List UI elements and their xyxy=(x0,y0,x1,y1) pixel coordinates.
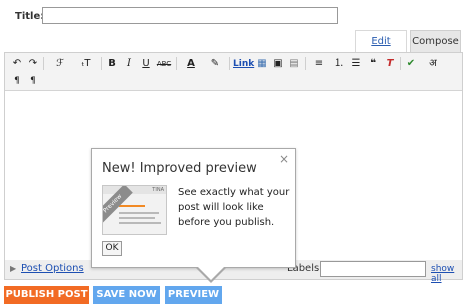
improved-preview-popup: New! Improved preview × TINA Preview See… xyxy=(91,148,296,283)
jump-break-icon[interactable]: ▤ xyxy=(287,56,301,72)
popup-title: New! Improved preview xyxy=(102,161,257,176)
numbered-list-icon[interactable]: ⒈ xyxy=(332,56,346,72)
toolbar-divider xyxy=(176,57,177,70)
transliterate-button[interactable]: अ xyxy=(421,56,445,72)
close-icon[interactable]: × xyxy=(279,152,289,166)
remove-format-icon[interactable]: T xyxy=(383,56,397,72)
video-icon[interactable]: ▣ xyxy=(271,56,285,72)
undo-icon[interactable]: ↶ xyxy=(10,56,24,72)
show-all-link[interactable]: show all xyxy=(431,264,462,284)
toolbar-divider xyxy=(305,57,306,70)
popup-pointer-fill xyxy=(197,266,225,280)
italic-button[interactable]: I xyxy=(122,56,136,72)
image-icon[interactable]: ▦ xyxy=(255,56,269,72)
labels-input[interactable] xyxy=(320,261,426,277)
title-row: Title: xyxy=(0,0,465,30)
tab-compose[interactable]: Compose xyxy=(410,30,461,52)
highlight-icon[interactable]: ✎ xyxy=(204,56,226,72)
expand-arrow-icon[interactable]: ▶ xyxy=(10,264,16,273)
thumbnail-link-line xyxy=(119,205,145,207)
font-family-dropdown[interactable]: ℱ xyxy=(48,56,72,72)
popup-description: See exactly what your post will look lik… xyxy=(178,187,290,228)
link-button[interactable]: Link xyxy=(233,56,254,72)
title-label: Title: xyxy=(15,11,45,22)
bold-button[interactable]: B xyxy=(105,56,119,72)
toolbar-divider xyxy=(400,57,401,70)
align-icon[interactable]: ≡ xyxy=(309,56,329,72)
ltr-icon[interactable]: ¶ xyxy=(10,73,24,89)
spellcheck-icon[interactable]: ✔ xyxy=(404,56,418,72)
editor-toolbar: ↶ ↷ ℱ ₜT B I U ABC A ✎ Link ▦ ▣ ▤ ≡ ⒈ ☰ … xyxy=(5,53,462,91)
preview-thumbnail: TINA Preview xyxy=(102,185,167,235)
rtl-icon[interactable]: ¶ xyxy=(26,73,40,89)
strikethrough-button[interactable]: ABC xyxy=(155,56,173,72)
tab-edit-html[interactable]: Edit HTML xyxy=(355,30,407,69)
post-options-link[interactable]: Post Options xyxy=(21,263,84,274)
toolbar-divider xyxy=(43,57,44,70)
text-color-button[interactable]: A xyxy=(180,56,202,72)
save-now-button[interactable]: SAVE NOW xyxy=(93,286,160,304)
thumbnail-text-line xyxy=(119,212,159,214)
ok-button[interactable]: OK xyxy=(102,241,122,256)
title-input[interactable] xyxy=(42,7,338,24)
preview-button[interactable]: PREVIEW xyxy=(165,286,222,304)
font-size-dropdown[interactable]: ₜT xyxy=(73,56,99,72)
redo-icon[interactable]: ↷ xyxy=(26,56,40,72)
publish-post-button[interactable]: PUBLISH POST xyxy=(4,286,89,304)
thumbnail-brand: TINA xyxy=(152,187,164,193)
quote-icon[interactable]: ❝ xyxy=(366,56,380,72)
underline-button[interactable]: U xyxy=(139,56,153,72)
toolbar-divider xyxy=(229,57,230,70)
bullet-list-icon[interactable]: ☰ xyxy=(349,56,363,72)
thumbnail-text-line xyxy=(119,217,155,219)
toolbar-divider xyxy=(101,57,102,70)
thumbnail-text-line xyxy=(119,222,161,224)
